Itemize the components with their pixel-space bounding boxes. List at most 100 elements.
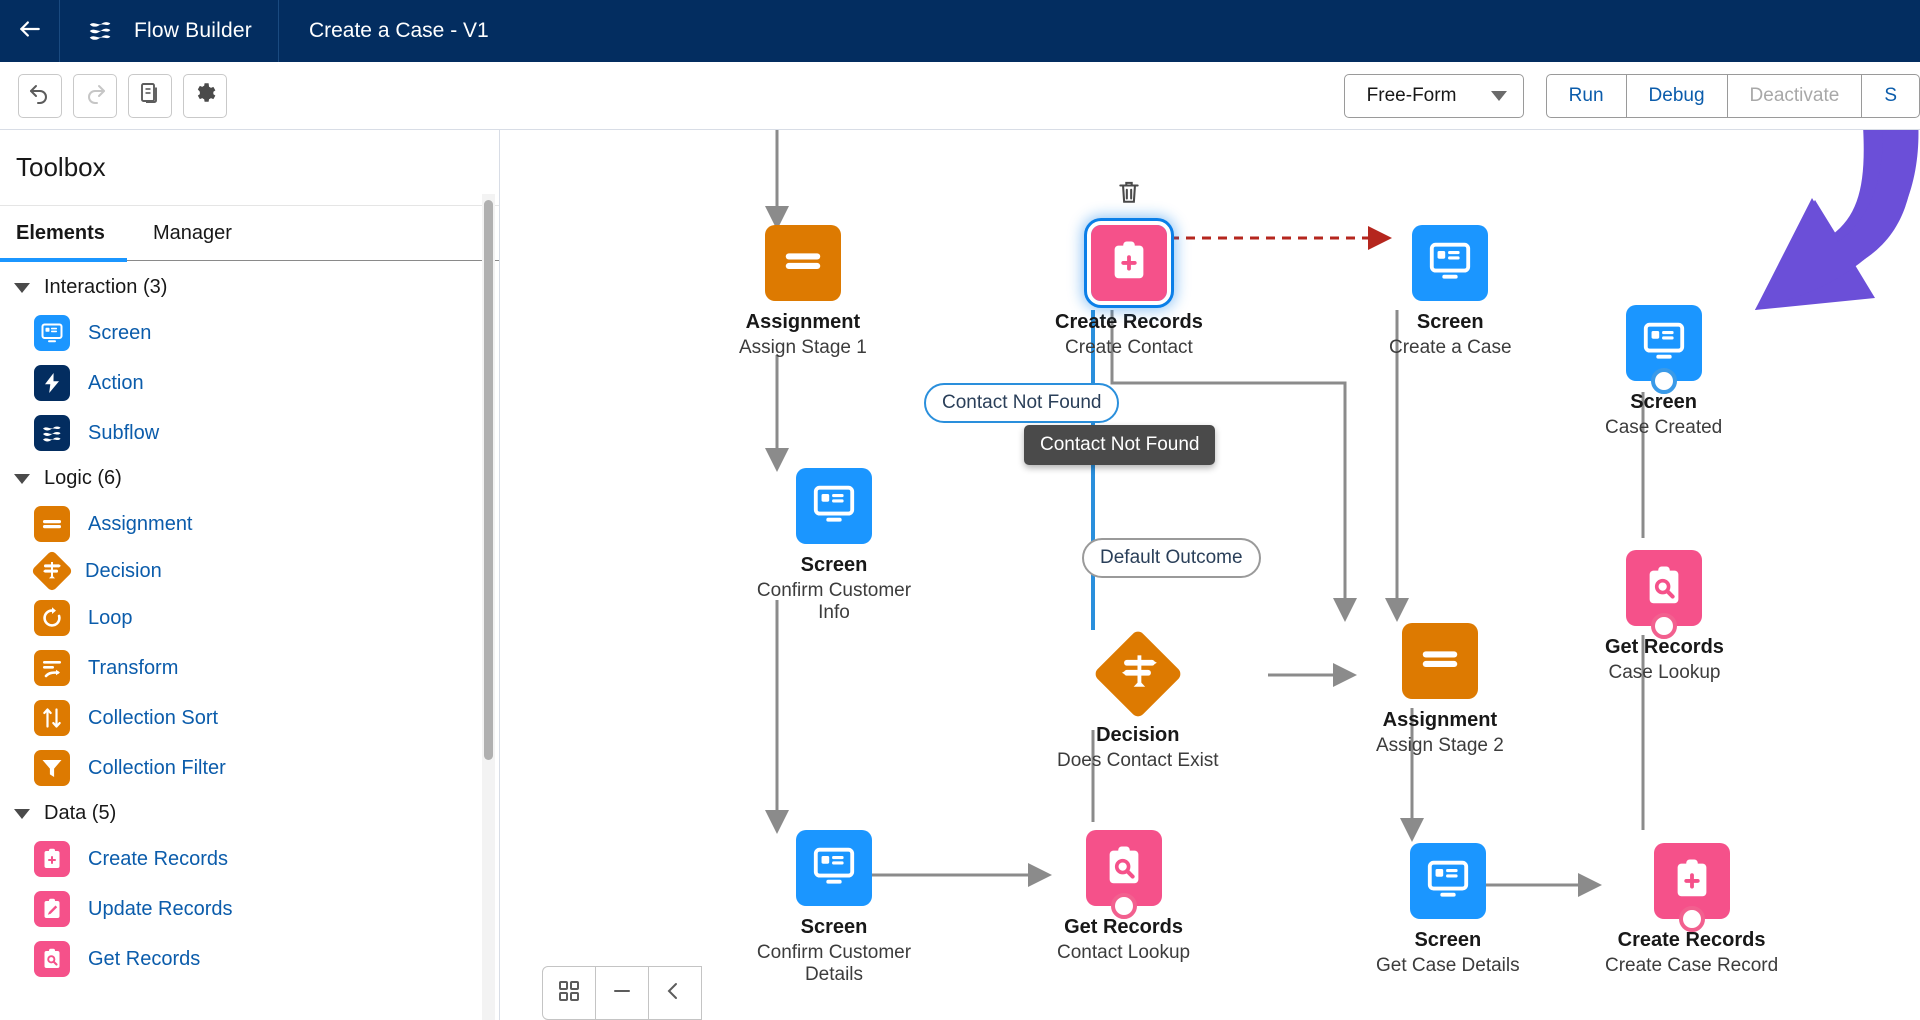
flow-node-screen3[interactable]: Screen Create a Case bbox=[1389, 225, 1512, 359]
node-icon-box[interactable] bbox=[796, 830, 872, 906]
node-connector-handle[interactable] bbox=[1678, 906, 1705, 932]
connector-label[interactable]: Contact Not Found bbox=[924, 383, 1120, 423]
sidebar-item-label: Action bbox=[88, 371, 144, 394]
node-connector-handle[interactable] bbox=[1651, 613, 1678, 639]
flow-node-assign2[interactable]: Assignment Assign Stage 2 bbox=[1376, 623, 1504, 757]
update-records-icon bbox=[34, 891, 70, 927]
flow-node-screen4[interactable]: Screen Get Case Details bbox=[1376, 843, 1520, 977]
assignment-icon bbox=[1417, 636, 1463, 687]
toolbar: Free-Form Run Debug Deactivate S bbox=[0, 62, 1920, 130]
sidebar-item-collection-filter[interactable]: Collection Filter bbox=[0, 743, 499, 793]
flow-node-screen5[interactable]: Screen Case Created bbox=[1605, 305, 1722, 439]
node-icon-box[interactable] bbox=[1092, 628, 1184, 720]
node-icon-box[interactable] bbox=[764, 225, 841, 301]
flow-node-create2[interactable]: Create Records Create Case Record bbox=[1605, 843, 1778, 977]
sidebar-scrollbar[interactable] bbox=[484, 200, 493, 760]
sidebar-item-screen[interactable]: Screen bbox=[0, 308, 499, 358]
flow-canvas[interactable]: Assignment Assign Stage 1 Screen Confirm Cu… bbox=[500, 130, 1920, 1020]
node-connector-handle[interactable] bbox=[1110, 893, 1137, 919]
node-icon-box[interactable] bbox=[1626, 550, 1703, 639]
sidebar-item-create-records[interactable]: Create Records bbox=[0, 834, 499, 884]
get-records-icon bbox=[1101, 843, 1147, 894]
elements-list: Interaction (3) Screen Action Subflow Logic … bbox=[0, 261, 499, 1020]
flow-node-decision1[interactable]: Decision Does Contact Exist bbox=[1057, 628, 1219, 772]
zoom-in-icon bbox=[663, 979, 687, 1008]
node-icon-box[interactable] bbox=[1086, 221, 1171, 305]
collection-filter-icon bbox=[34, 750, 70, 786]
flow-node-create1[interactable]: Create Records Create Contact bbox=[1055, 181, 1203, 359]
sidebar-item-assignment[interactable]: Assignment bbox=[0, 499, 499, 549]
node-subtitle: Assign Stage 2 bbox=[1376, 735, 1504, 756]
create-records-icon bbox=[1669, 856, 1715, 907]
deactivate-button[interactable]: Deactivate bbox=[1726, 73, 1863, 118]
node-icon-box[interactable] bbox=[1401, 623, 1478, 699]
sidebar-item-get-records[interactable]: Get Records bbox=[0, 934, 499, 984]
settings-button[interactable] bbox=[183, 73, 227, 118]
back-button[interactable] bbox=[0, 0, 60, 62]
node-icon-box[interactable] bbox=[1409, 843, 1486, 919]
chevron-down-icon bbox=[14, 473, 30, 484]
node-title: Decision bbox=[1096, 724, 1180, 746]
zoom-in-button[interactable] bbox=[648, 966, 702, 1020]
fit-to-view-button[interactable] bbox=[542, 966, 596, 1020]
debug-button[interactable]: Debug bbox=[1625, 73, 1728, 118]
flow-node-screen1[interactable]: Screen Confirm Customer Info bbox=[739, 468, 929, 624]
sidebar-item-update-records[interactable]: Update Records bbox=[0, 884, 499, 934]
node-title: Screen bbox=[1630, 391, 1697, 413]
node-icon-box[interactable] bbox=[796, 468, 872, 544]
sidebar-item-transform[interactable]: Transform bbox=[0, 643, 499, 693]
node-subtitle: Confirm Customer Info bbox=[756, 580, 912, 623]
toolbox-tabs: Elements Manager bbox=[0, 206, 499, 262]
save-button[interactable]: S bbox=[1861, 73, 1920, 118]
node-title: Create Records bbox=[1055, 311, 1203, 333]
flow-node-screen2[interactable]: Screen Confirm Customer Details bbox=[739, 830, 929, 986]
app-branding: Flow Builder bbox=[60, 0, 279, 62]
redo-button[interactable] bbox=[73, 73, 117, 118]
element-group-label: Logic (6) bbox=[44, 467, 122, 489]
connector-label[interactable]: Default Outcome bbox=[1082, 538, 1261, 578]
undo-button[interactable] bbox=[18, 73, 62, 118]
sidebar-item-collection-sort[interactable]: Collection Sort bbox=[0, 693, 499, 743]
node-icon-box[interactable] bbox=[1085, 830, 1162, 919]
tab-elements[interactable]: Elements bbox=[0, 206, 127, 262]
node-icon-box[interactable] bbox=[1412, 225, 1489, 301]
toolbox-sidebar: Toolbox Elements Manager Interaction (3)… bbox=[0, 130, 500, 1020]
element-group-label: Interaction (3) bbox=[44, 276, 168, 298]
collection-sort-icon bbox=[34, 700, 70, 736]
toolbox-title: Toolbox bbox=[0, 130, 499, 206]
flow-node-assign1[interactable]: Assignment Assign Stage 1 bbox=[739, 225, 867, 359]
layout-select-value: Free-Form bbox=[1366, 84, 1457, 106]
delete-node-button[interactable] bbox=[1116, 179, 1142, 210]
zoom-out-button[interactable] bbox=[595, 966, 649, 1020]
flow-node-getrec1[interactable]: Get Records Contact Lookup bbox=[1057, 830, 1190, 964]
layout-select[interactable]: Free-Form bbox=[1343, 73, 1524, 118]
node-icon-box[interactable] bbox=[1625, 305, 1702, 394]
sidebar-item-decision[interactable]: Decision bbox=[0, 549, 499, 593]
node-title: Screen bbox=[800, 554, 868, 576]
sidebar-item-subflow[interactable]: Subflow bbox=[0, 408, 499, 458]
sidebar-item-label: Collection Sort bbox=[88, 706, 219, 729]
node-subtitle: Does Contact Exist bbox=[1057, 750, 1219, 771]
node-subtitle: Case Created bbox=[1605, 417, 1723, 438]
screen-icon bbox=[1427, 238, 1473, 289]
sidebar-item-action[interactable]: Action bbox=[0, 358, 499, 408]
node-connector-handle[interactable] bbox=[1650, 368, 1677, 394]
copy-button[interactable] bbox=[128, 73, 172, 118]
gear-icon bbox=[193, 81, 217, 110]
element-group-header[interactable]: Data (5) bbox=[0, 793, 499, 834]
sidebar-item-loop[interactable]: Loop bbox=[0, 593, 499, 643]
toolbar-right-group: Free-Form Run Debug Deactivate S bbox=[1343, 62, 1920, 129]
node-title: Create Records bbox=[1617, 929, 1766, 951]
flow-node-getrec2[interactable]: Get Records Case Lookup bbox=[1605, 550, 1724, 684]
run-button[interactable]: Run bbox=[1545, 73, 1627, 118]
toolbar-left-group bbox=[0, 73, 227, 118]
element-group-header[interactable]: Logic (6) bbox=[0, 458, 499, 499]
element-group-header[interactable]: Interaction (3) bbox=[0, 267, 499, 308]
loop-icon bbox=[34, 600, 70, 636]
sidebar-item-label: Create Records bbox=[88, 847, 229, 870]
tab-manager[interactable]: Manager bbox=[127, 206, 254, 262]
app-name: Flow Builder bbox=[134, 19, 252, 42]
copy-icon bbox=[138, 81, 162, 110]
node-icon-box[interactable] bbox=[1653, 843, 1730, 932]
sidebar-item-label: Transform bbox=[88, 656, 179, 679]
